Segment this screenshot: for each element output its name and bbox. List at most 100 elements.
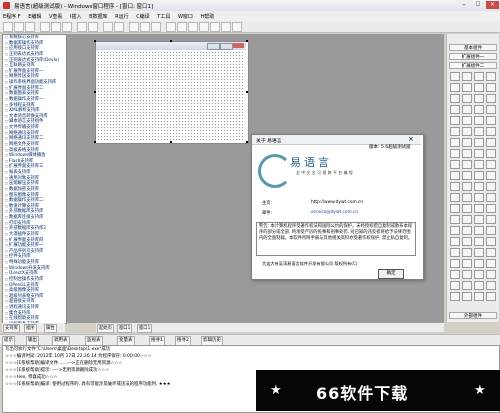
component-tool-icon[interactable] xyxy=(474,237,484,246)
align-left-icon[interactable] xyxy=(177,22,187,32)
menu-run[interactable]: R运行 xyxy=(112,11,131,20)
component-tool-icon[interactable] xyxy=(450,149,460,158)
component-tool-icon[interactable] xyxy=(462,248,472,257)
grid-icon[interactable] xyxy=(210,22,220,32)
tab-program[interactable]: 程序 xyxy=(24,324,37,333)
component-tool-icon[interactable] xyxy=(462,193,472,202)
component-tool-icon[interactable] xyxy=(474,281,484,290)
component-tool-icon[interactable] xyxy=(474,105,484,114)
component-tool-icon[interactable] xyxy=(486,138,496,147)
component-tool-icon[interactable] xyxy=(462,127,472,136)
component-tool-icon[interactable] xyxy=(486,116,496,125)
basic-components-header[interactable]: 基本组件 xyxy=(449,44,497,51)
component-tool-icon[interactable] xyxy=(450,204,460,213)
bring-front-icon[interactable] xyxy=(221,22,231,32)
component-tool-icon[interactable] xyxy=(486,72,496,81)
redo-icon[interactable] xyxy=(88,22,98,32)
component-tool-icon[interactable] xyxy=(486,127,496,136)
component-tool-icon[interactable] xyxy=(462,259,472,268)
menu-compile[interactable]: C编译 xyxy=(133,11,153,20)
component-tool-icon[interactable] xyxy=(450,160,460,169)
resize-handle[interactable] xyxy=(170,141,172,143)
component-tool-icon[interactable] xyxy=(450,281,460,290)
component-tool-icon[interactable] xyxy=(462,105,472,114)
undo-icon[interactable] xyxy=(77,22,87,32)
extension-components-1-header[interactable]: 扩展组件一 xyxy=(449,53,497,60)
form-title-bar[interactable] xyxy=(96,42,246,50)
menu-program[interactable]: E程序 F xyxy=(0,11,24,20)
component-tool-icon[interactable] xyxy=(462,94,472,103)
homepage-link[interactable]: http://www.dywt.com.cn xyxy=(311,200,363,205)
component-tool-icon[interactable] xyxy=(450,72,460,81)
component-tool-icon[interactable] xyxy=(486,270,496,279)
save-icon[interactable] xyxy=(25,22,35,32)
menu-view[interactable]: V查看 xyxy=(46,11,65,20)
align-right-icon[interactable] xyxy=(199,22,209,32)
close-button[interactable]: × xyxy=(486,1,499,9)
copy-icon[interactable] xyxy=(51,22,61,32)
component-tool-icon[interactable] xyxy=(474,127,484,136)
cut-icon[interactable] xyxy=(40,22,50,32)
component-tool-icon[interactable] xyxy=(474,149,484,158)
component-tool-icon[interactable] xyxy=(462,215,472,224)
stop-icon[interactable] xyxy=(140,22,150,32)
component-tool-icon[interactable] xyxy=(474,72,484,81)
resize-handle[interactable] xyxy=(246,91,248,93)
component-tool-icon[interactable] xyxy=(450,94,460,103)
component-tool-icon[interactable] xyxy=(474,226,484,235)
email-link[interactable]: service@dywt.com.cn xyxy=(311,210,358,215)
external-components-header[interactable]: 外部组件 xyxy=(449,312,497,319)
component-tool-icon[interactable] xyxy=(486,160,496,169)
component-tool-icon[interactable] xyxy=(462,237,472,246)
component-tool-icon[interactable] xyxy=(462,270,472,279)
tab-form-1[interactable]: 窗口1 xyxy=(117,324,133,333)
component-tool-icon[interactable] xyxy=(462,226,472,235)
component-tool-icon[interactable] xyxy=(486,83,496,92)
component-tool-icon[interactable] xyxy=(486,94,496,103)
minimize-button[interactable]: – xyxy=(458,1,470,9)
resize-handle[interactable] xyxy=(94,40,96,42)
resize-handle[interactable] xyxy=(170,40,172,42)
menu-tools[interactable]: T工具 xyxy=(154,11,173,20)
component-tool-icon[interactable] xyxy=(474,248,484,257)
menu-database[interactable]: B数据库 xyxy=(86,11,110,20)
tab-support-library[interactable]: 支持库 xyxy=(3,324,20,333)
component-tool-icon[interactable] xyxy=(462,171,472,180)
resize-handle[interactable] xyxy=(94,141,96,143)
component-tool-icon[interactable] xyxy=(450,270,460,279)
component-tool-icon[interactable] xyxy=(462,182,472,191)
component-tool-icon[interactable] xyxy=(462,204,472,213)
component-tool-icon[interactable] xyxy=(450,292,460,301)
menu-edit[interactable]: E编辑 xyxy=(25,11,44,20)
component-tool-icon[interactable] xyxy=(486,281,496,290)
component-tool-icon[interactable] xyxy=(474,116,484,125)
component-tool-icon[interactable] xyxy=(450,248,460,257)
component-tool-icon[interactable] xyxy=(474,83,484,92)
find-icon[interactable] xyxy=(103,22,113,32)
tab-properties[interactable]: 属性 xyxy=(44,324,57,333)
component-tool-icon[interactable] xyxy=(474,215,484,224)
tab-form-1-design[interactable]: 窗口1 xyxy=(137,324,153,333)
component-tool-icon[interactable] xyxy=(450,182,460,191)
component-tool-icon[interactable] xyxy=(450,171,460,180)
component-tool-icon[interactable] xyxy=(450,116,460,125)
component-tool-icon[interactable] xyxy=(474,182,484,191)
compile-icon[interactable] xyxy=(166,22,176,32)
component-tool-icon[interactable] xyxy=(474,160,484,169)
component-tool-icon[interactable] xyxy=(450,237,460,246)
about-close-icon[interactable]: × xyxy=(408,135,414,143)
component-tool-icon[interactable] xyxy=(450,226,460,235)
paste-icon[interactable] xyxy=(62,22,72,32)
component-tool-icon[interactable] xyxy=(462,149,472,158)
component-tool-icon[interactable] xyxy=(450,105,460,114)
resize-handle[interactable] xyxy=(94,91,96,93)
new-icon[interactable] xyxy=(3,22,13,32)
component-tool-icon[interactable] xyxy=(474,292,484,301)
run-icon[interactable] xyxy=(129,22,139,32)
component-tool-icon[interactable] xyxy=(474,259,484,268)
component-tool-icon[interactable] xyxy=(474,94,484,103)
component-tool-icon[interactable] xyxy=(462,138,472,147)
component-tool-icon[interactable] xyxy=(462,116,472,125)
extension-components-2-header[interactable]: 扩展组件二 xyxy=(449,62,497,69)
component-tool-icon[interactable] xyxy=(474,138,484,147)
